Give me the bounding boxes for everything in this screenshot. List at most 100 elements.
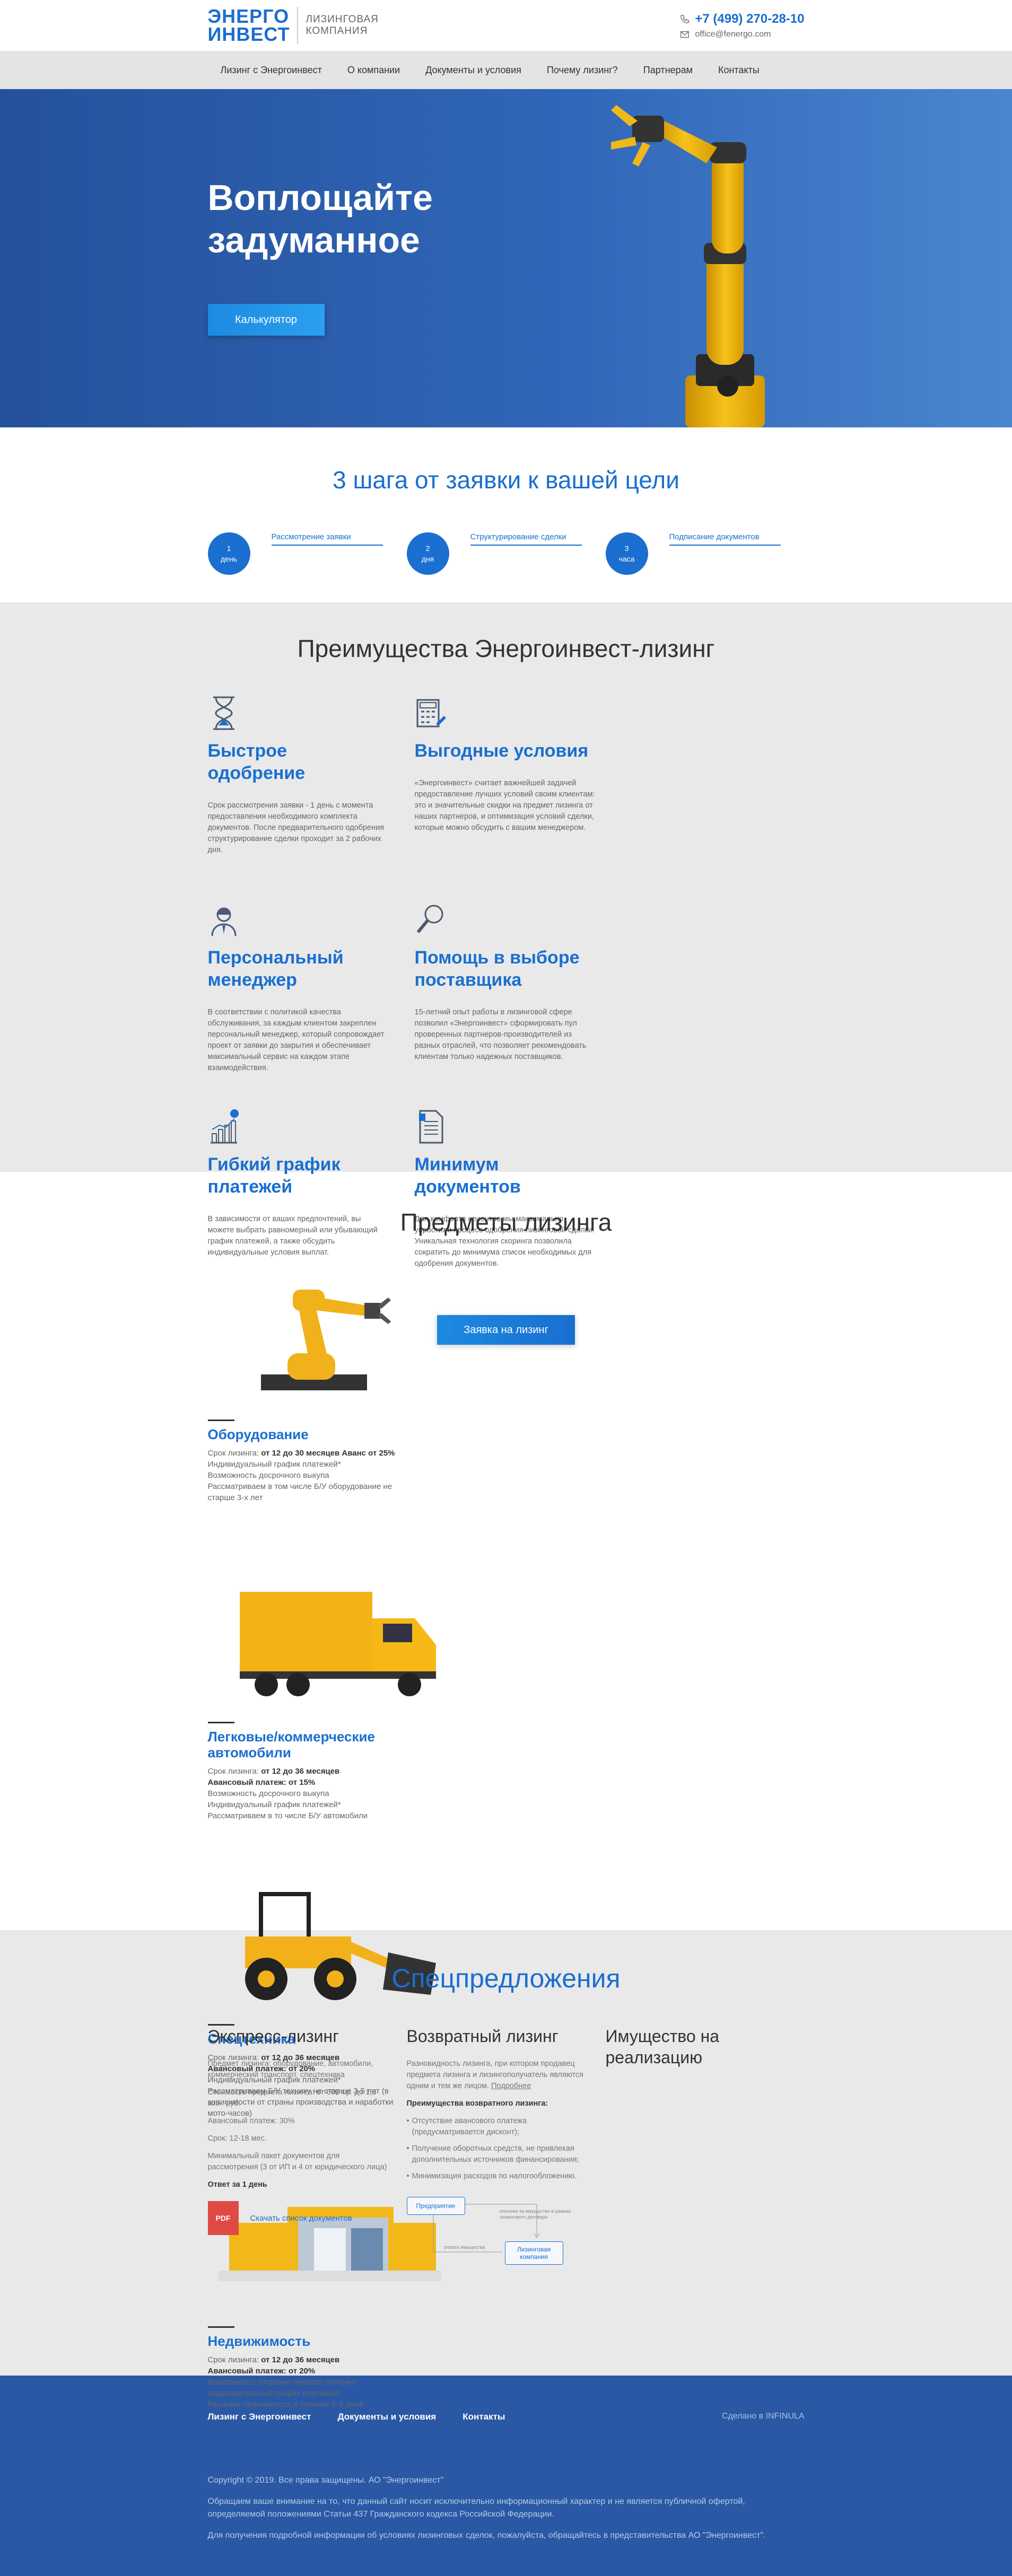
lease-line-bold: от 12 до 36 месяцев	[261, 1767, 340, 1776]
nav-why-leasing[interactable]: Почему лизинг?	[534, 65, 631, 76]
lease-objects-section: Предметы лизинга Оборудование Срок лизин…	[0, 1172, 1012, 2409]
express-term: Срок: 12-18 мес.	[207, 2134, 267, 2143]
reverse-text: Разновидность лизинга, при котором прода…	[407, 2058, 587, 2182]
footer-links: Лизинг с Энергоинвест Документы и услови…	[208, 2412, 505, 2422]
step-number: 1	[226, 544, 231, 553]
list-item: Получение оборотных средств, не привлека…	[407, 2143, 587, 2166]
industrial-robot-image	[260, 1290, 391, 1390]
lease-line-text: Срок лизинга:	[207, 2355, 261, 2364]
diagram-label-payments: платежи за имущество в рамках лизинговог…	[499, 2209, 571, 2220]
express-title: Экспресс-лизинг	[207, 2027, 339, 2046]
advantage-item: Выгодные условия «Энергоинвест» считает …	[415, 695, 622, 901]
lease-item-text: Срок лизинга: от 12 до 30 месяцев Аванс …	[208, 1448, 415, 1503]
advantage-title: Персональный менеджер	[207, 948, 344, 990]
lease-title: Предметы лизинга	[400, 1208, 612, 1236]
lease-item-title: Оборудование	[207, 1426, 309, 1442]
step-unit: часа	[618, 555, 635, 563]
nav-documents[interactable]: Документы и условия	[413, 65, 534, 76]
chart-icon	[210, 1109, 239, 1144]
lease-line-bold: от 12 до 30 месяцев Аванс от 25%	[261, 1449, 395, 1458]
phone-number: +7 (499) 270-28-10	[695, 12, 805, 26]
step-item: 3 часа Подписание документов	[605, 532, 805, 575]
logo-line2: ИНВЕСТ	[207, 23, 290, 45]
logo-name: ЭНЕРГО ИНВЕСТ	[207, 7, 290, 45]
advantage-item: Быстрое одобрение Срок рассмотрения заяв…	[208, 695, 415, 901]
reverse-adv-title: Преимущества возвратного лизинга:	[406, 2099, 548, 2108]
nav-about[interactable]: О компании	[335, 65, 413, 76]
footer-link-contacts[interactable]: Контакты	[463, 2412, 505, 2422]
express-subject: Предмет лизинга: оборудование, автомобил…	[207, 2060, 373, 2079]
step-badge: 2 дня	[406, 532, 449, 575]
step-label: Структурирование сделки	[470, 532, 582, 546]
advantages-title: Преимущества Энергоинвест-лизинг	[297, 635, 715, 662]
more-link[interactable]: Подробнее	[491, 2082, 531, 2090]
lease-line-text: Срок лизинга:	[207, 1449, 261, 1458]
advantage-item: Помощь в выборе поставщика 15-летний опы…	[415, 901, 622, 1108]
step-unit: дня	[421, 555, 434, 563]
mail-icon	[681, 31, 690, 38]
site-header: ЭНЕРГО ИНВЕСТ ЛИЗИНГОВАЯ КОМПАНИЯ +7 (49…	[0, 0, 1012, 51]
lease-line-bold: Авансовый платеж: от 15%	[207, 1778, 316, 1787]
document-icon	[418, 1110, 443, 1144]
main-nav: Лизинг с Энергоинвест О компании Докумен…	[0, 51, 1012, 89]
lease-line-text: Рассматриваем в том числе Б/У оборудован…	[207, 1482, 392, 1502]
advantage-text: «Энергоинвест» считает важнейшей задачей…	[414, 779, 595, 832]
email-link[interactable]: office@fenergo.com	[680, 30, 804, 39]
nav-leasing[interactable]: Лизинг с Энергоинвест	[208, 65, 335, 76]
phone-icon	[681, 15, 690, 23]
truck-image	[239, 1592, 436, 1696]
copyright: Copyright © 2019. Все права защищены. АО…	[207, 2476, 444, 2485]
lease-item: Оборудование Срок лизинга: от 12 до 30 м…	[207, 1268, 518, 1571]
steps-title: 3 шага от заявки к вашей цели	[333, 466, 679, 494]
pdf-download[interactable]: PDF Скачать список документов	[207, 2201, 407, 2235]
list-item: Минимизация расходов по налогообложению.	[407, 2171, 587, 2182]
lease-item-title: Недвижимость	[207, 2333, 311, 2349]
reverse-leasing-diagram: Предприятие платежи за имущество в рамка…	[406, 2194, 582, 2268]
nav-contacts[interactable]: Контакты	[705, 65, 772, 76]
express-advance: Авансовый платеж: 30%	[207, 2117, 295, 2125]
step-label: Рассмотрение заявки	[271, 532, 383, 546]
magnifier-icon	[416, 905, 443, 933]
lease-line-text: Индивидуальный график платежей*	[207, 1800, 341, 1809]
phone-link[interactable]: +7 (499) 270-28-10	[680, 12, 805, 27]
site-footer: Лизинг с Энергоинвест Документы и услови…	[0, 2376, 1012, 2576]
logo[interactable]: ЭНЕРГО ИНВЕСТ ЛИЗИНГОВАЯ КОМПАНИЯ	[208, 7, 379, 44]
contact-note: Для получения подробной информации об ус…	[207, 2531, 766, 2540]
footer-link-leasing[interactable]: Лизинг с Энергоинвест	[208, 2412, 311, 2422]
lease-divider	[207, 2326, 234, 2328]
reverse-leasing-column: Возвратный лизинг Разновидность лизинга,…	[406, 2026, 606, 2268]
disclaimer: Обращаем ваше внимание на то, что данный…	[207, 2497, 745, 2519]
diagram-box-company: Предприятие	[406, 2197, 465, 2215]
realization-title[interactable]: Имущество на реализацию	[606, 2026, 744, 2068]
lease-line-text: Индивидуальный график платежей*	[207, 1460, 341, 1469]
reverse-title: Возвратный лизинг	[406, 2027, 559, 2046]
diagram-box-leasing: Лизинговая компания	[504, 2241, 563, 2265]
calculator-button[interactable]: Калькулятор	[207, 304, 325, 336]
header-contacts: +7 (499) 270-28-10 office@fenergo.com	[680, 12, 805, 39]
nav-partners[interactable]: Партнерам	[631, 65, 705, 76]
lease-line-bold: Авансовый платеж: от 20%	[207, 2367, 316, 2376]
advantage-title: Быстрое одобрение	[207, 741, 306, 783]
lease-divider	[207, 1420, 234, 1421]
step-unit: день	[221, 555, 237, 563]
step-item: 2 дня Структурирование сделки	[406, 532, 606, 575]
advantage-text: 15-летний опыт работы в лизинговой сфере…	[414, 1008, 587, 1061]
made-by-link[interactable]: Сделано в INFINULA	[722, 2412, 805, 2422]
express-cost: Стоимость предмета лизинга: от 600 т.р. …	[207, 2088, 377, 2108]
lease-line-text: Срок лизинга:	[207, 1767, 261, 1776]
logo-divider	[297, 7, 299, 44]
footer-link-documents[interactable]: Документы и условия	[337, 2412, 436, 2422]
diagram-label-payment: оплата имущества	[443, 2245, 485, 2250]
calculator-icon	[416, 699, 446, 728]
robot-arm-image	[610, 105, 765, 427]
logo-sub1: ЛИЗИНГОВАЯ	[306, 14, 379, 25]
hero-section: Воплощайте задуманное Калькулятор	[0, 89, 1012, 427]
email-address: office@fenergo.com	[695, 30, 771, 39]
download-docs-link[interactable]: Скачать список документов	[250, 2214, 352, 2223]
advantage-title: Помощь в выборе поставщика	[414, 948, 580, 990]
logo-sub2: КОМПАНИЯ	[306, 25, 368, 37]
realization-column: Имущество на реализацию	[606, 2026, 805, 2268]
advantage-text: В соответствии с политикой качества обсл…	[207, 1008, 385, 1072]
step-label: Подписание документов	[669, 532, 781, 546]
lease-line-text: Возможность досрочного выкупа	[207, 1471, 329, 1480]
